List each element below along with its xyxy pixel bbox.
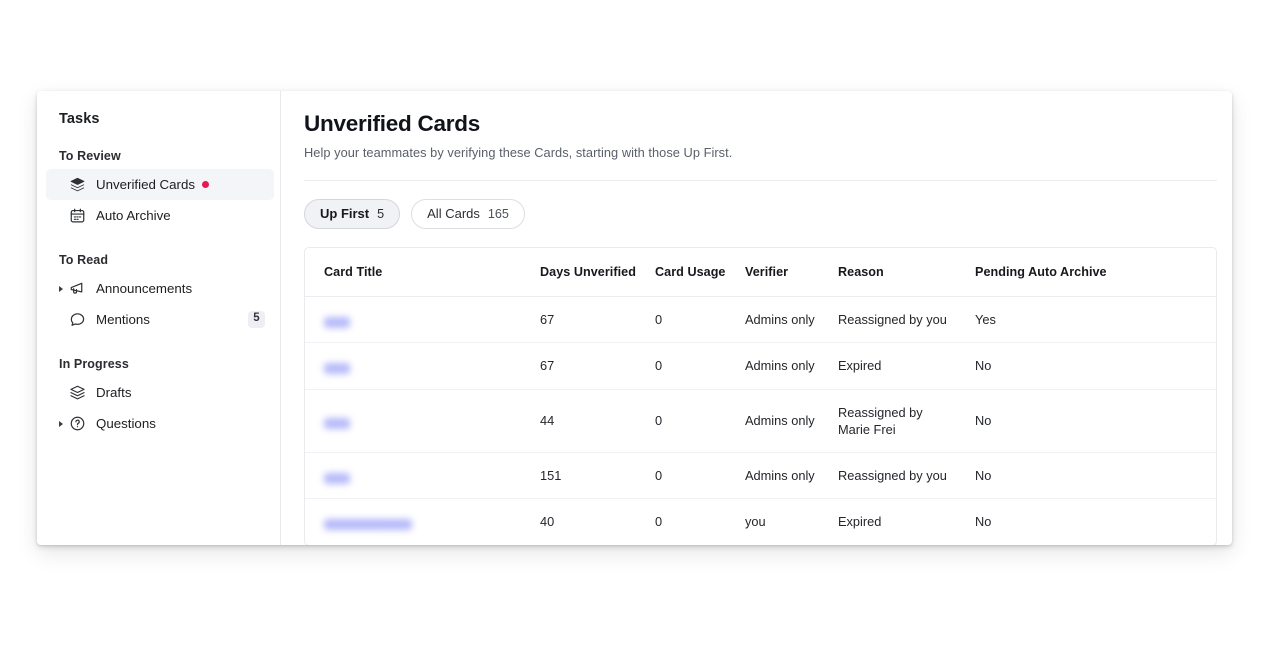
page-title: Unverified Cards <box>304 111 481 136</box>
cell-verifier: you <box>745 514 766 530</box>
cell-reason: Expired <box>838 342 975 390</box>
column-header-card-usage: Card Usage <box>655 248 745 297</box>
redacted-text <box>324 363 350 375</box>
cell-days-unverified: 67 <box>540 342 655 390</box>
sidebar-item-drafts[interactable]: Drafts <box>46 377 274 408</box>
sidebar-item-label: Mentions <box>96 312 150 327</box>
page-subtitle: Help your teammates by verifying these C… <box>304 145 733 160</box>
table-body: 67 0 Admins only Reassigned by you Yes 67 0 Adm… <box>305 296 1216 545</box>
tab-all-cards[interactable]: All Cards 165 <box>411 199 525 229</box>
sidebar-groups: To Review Unverified Cards Auto Archive To … <box>37 127 280 439</box>
cell-days-unverified: 40 <box>540 514 555 530</box>
sidebar-group-label: In Progress <box>59 357 129 371</box>
table-header-row: Card Title Days Unverified Card Usage Verif… <box>305 248 1216 297</box>
comment-icon <box>67 311 87 329</box>
tab-label: All Cards <box>427 206 480 221</box>
sidebar-item-label: Auto Archive <box>96 208 171 223</box>
cell-card-usage: 0 <box>655 296 745 344</box>
cell-card-usage: 0 <box>655 514 663 530</box>
sidebar-group-label: To Read <box>59 253 109 267</box>
table-row[interactable]: 67 0 Admins only Expired No <box>305 342 1216 390</box>
redacted-text <box>324 316 350 328</box>
main-content: Unverified Cards Help your teammates by … <box>281 91 1232 545</box>
table-row[interactable]: 44 0 Admins only Reassigned by Marie Frei No <box>305 389 1216 454</box>
table-row[interactable]: 67 0 Admins only Reassigned by you Yes <box>305 296 1216 344</box>
cell-pending-auto-archive: No <box>975 342 1216 390</box>
sidebar-item-label: Questions <box>96 416 156 431</box>
card-title-link[interactable] <box>324 313 540 328</box>
column-header-card-title: Card Title <box>305 248 540 297</box>
cell-reason: Reassigned by Marie Frei <box>838 389 975 454</box>
sidebar-item-label: Announcements <box>96 281 193 296</box>
table-row[interactable]: 40 0 you Expired No <box>305 499 1216 545</box>
calendar-icon <box>67 207 87 225</box>
sidebar-item-unverified-cards[interactable]: Unverified Cards <box>46 169 274 200</box>
unverified-cards-table: Card Title Days Unverified Card Usage Verif… <box>304 247 1217 545</box>
sidebar-item-badge: 5 <box>248 311 265 328</box>
tab-bar: Up First 5 All Cards 165 <box>304 181 1232 229</box>
cell-pending-auto-archive: Yes <box>975 296 1216 344</box>
sidebar-item-label: Drafts <box>96 385 132 400</box>
tab-count: 165 <box>487 207 509 221</box>
cell-pending-auto-archive: No <box>975 514 992 530</box>
tab-label: Up First <box>320 206 370 221</box>
table-row[interactable]: 151 0 Admins only Reassigned by you No <box>305 452 1216 500</box>
tab-count: 5 <box>377 207 385 221</box>
cell-pending-auto-archive: No <box>975 452 1216 500</box>
layers-icon <box>67 176 87 194</box>
megaphone-icon <box>67 280 87 298</box>
cell-verifier: Admins only <box>745 296 838 344</box>
sidebar: Tasks To Review Unverified Cards Auto Arch… <box>37 91 281 545</box>
redacted-text <box>324 472 350 484</box>
column-header-pending-auto-archive: Pending Auto Archive <box>975 248 1216 297</box>
cell-days-unverified: 151 <box>540 452 655 500</box>
cell-days-unverified: 44 <box>540 389 655 454</box>
cell-verifier: Admins only <box>745 452 838 500</box>
sidebar-item-label: Unverified Cards <box>96 177 196 192</box>
column-header-reason: Reason <box>838 248 975 297</box>
question-circle-icon <box>67 415 87 433</box>
sidebar-item-mentions[interactable]: Mentions 5 <box>46 304 274 335</box>
tab-up-first[interactable]: Up First 5 <box>304 199 401 229</box>
cell-card-title[interactable] <box>305 452 540 500</box>
table-head: Card Title Days Unverified Card Usage Verif… <box>305 248 1216 297</box>
redacted-text <box>324 519 412 531</box>
cell-reason: Expired <box>838 514 882 530</box>
unread-dot-icon <box>202 181 210 188</box>
cell-card-title[interactable] <box>305 389 540 454</box>
card-title-link[interactable] <box>324 515 540 531</box>
cell-card-usage: 0 <box>655 452 745 500</box>
cell-card-title[interactable] <box>305 296 540 344</box>
cell-card-usage: 0 <box>655 342 745 390</box>
chevron-right-icon[interactable] <box>55 420 66 427</box>
table: Card Title Days Unverified Card Usage Verif… <box>305 248 1216 545</box>
cell-reason: Reassigned by you <box>838 296 975 344</box>
sidebar-group-label: To Review <box>59 149 121 163</box>
card-title-link[interactable] <box>324 359 540 375</box>
app-window: Tasks To Review Unverified Cards Auto Arch… <box>37 91 1232 545</box>
sidebar-item-questions[interactable]: Questions <box>46 408 274 439</box>
card-title-link[interactable] <box>324 469 540 484</box>
column-header-verifier: Verifier <box>745 248 838 297</box>
cell-card-usage: 0 <box>655 389 745 454</box>
redacted-text <box>324 417 350 429</box>
card-title-link[interactable] <box>324 414 540 429</box>
cell-verifier: Admins only <box>745 389 838 454</box>
cell-verifier: Admins only <box>745 342 838 390</box>
sidebar-item-announcements[interactable]: Announcements <box>46 273 274 304</box>
sidebar-item-auto-archive[interactable]: Auto Archive <box>46 200 274 231</box>
cell-card-title[interactable] <box>305 342 540 390</box>
layers-outline-icon <box>67 384 87 402</box>
cell-days-unverified: 67 <box>540 296 655 344</box>
column-header-days-unverified: Days Unverified <box>540 248 655 297</box>
chevron-right-icon[interactable] <box>55 285 66 292</box>
sidebar-title: Tasks <box>59 111 100 127</box>
cell-pending-auto-archive: No <box>975 389 1216 454</box>
cell-card-title[interactable] <box>305 499 540 545</box>
cell-reason: Reassigned by you <box>838 452 975 500</box>
